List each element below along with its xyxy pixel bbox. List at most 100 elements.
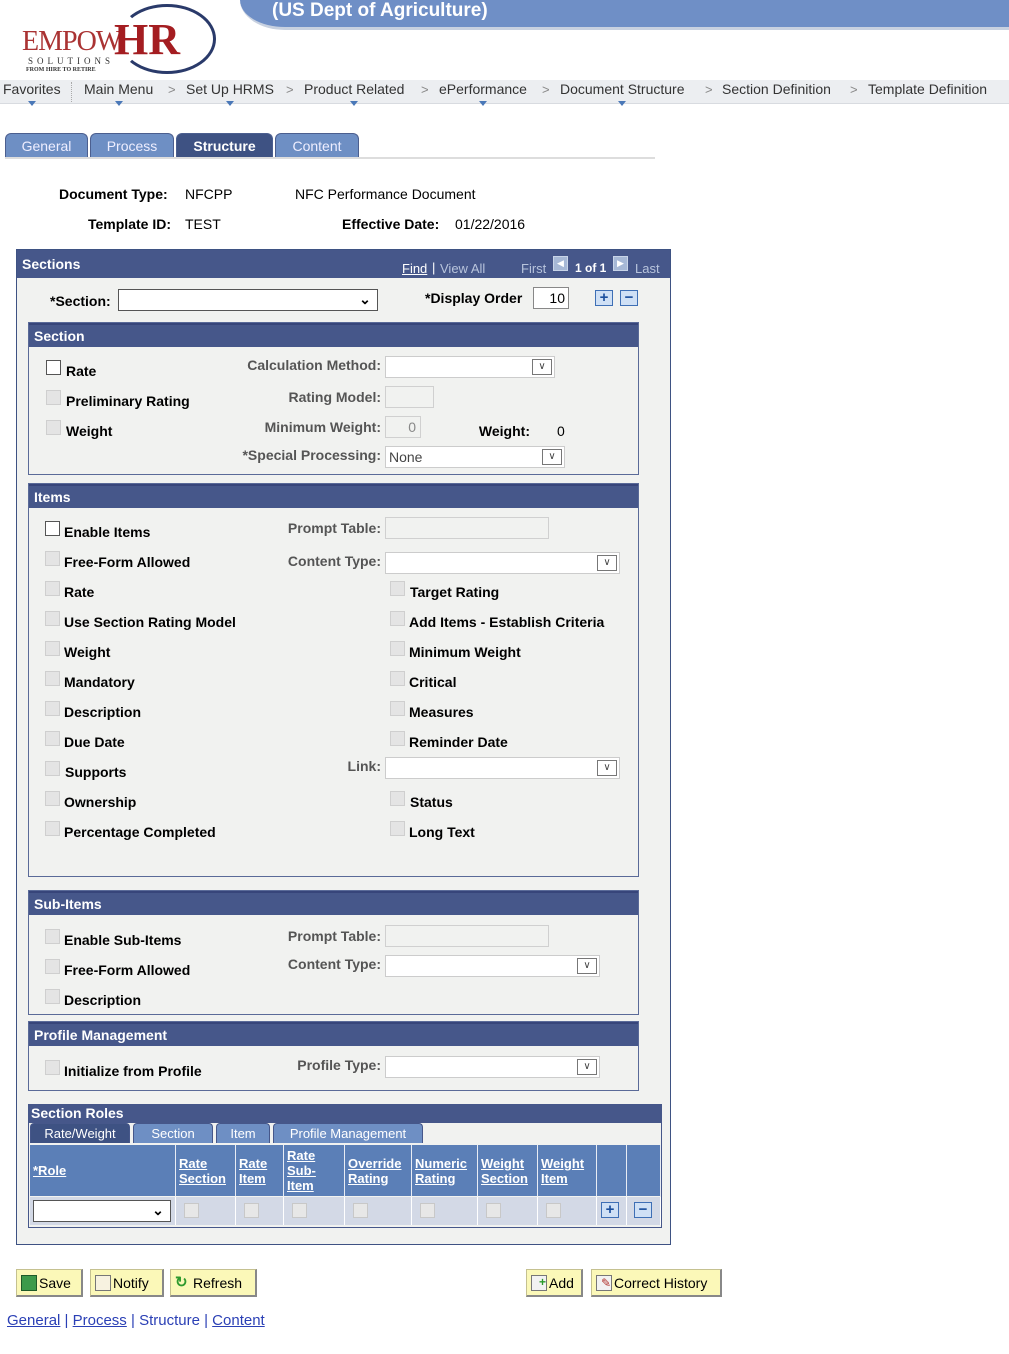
column-header-role[interactable]: *Role bbox=[30, 1145, 176, 1196]
link-select[interactable]: ∨ bbox=[385, 757, 620, 779]
supports-checkbox[interactable] bbox=[45, 761, 60, 776]
delete-section-button[interactable]: − bbox=[620, 290, 638, 306]
rate-section-checkbox[interactable] bbox=[184, 1203, 199, 1218]
save-button[interactable]: Save bbox=[16, 1269, 83, 1297]
roles-tab-profile-management[interactable]: Profile Management bbox=[273, 1123, 423, 1143]
due-date-checkbox[interactable] bbox=[45, 731, 60, 746]
tab-process[interactable]: Process bbox=[90, 133, 174, 158]
add-section-button[interactable]: + bbox=[595, 290, 613, 306]
numeric-rating-checkbox[interactable] bbox=[420, 1203, 435, 1218]
tab-structure[interactable]: Structure bbox=[176, 133, 273, 158]
tab-general[interactable]: General bbox=[5, 133, 88, 158]
enable-sub-items-checkbox[interactable] bbox=[45, 929, 60, 944]
logo-brand-left: EMPOW bbox=[22, 26, 122, 57]
next-arrow-icon[interactable]: ▶ bbox=[613, 256, 628, 271]
percentage-completed-checkbox[interactable] bbox=[45, 821, 60, 836]
roles-tab-item[interactable]: Item bbox=[216, 1123, 270, 1143]
measures-checkbox[interactable] bbox=[390, 701, 405, 716]
ownership-checkbox[interactable] bbox=[45, 791, 60, 806]
special-processing-select[interactable]: None ∨ bbox=[385, 446, 565, 468]
sub-free-form-allowed-checkbox[interactable] bbox=[45, 959, 60, 974]
sub-content-type-select[interactable]: ∨ bbox=[385, 955, 600, 977]
rate-checkbox[interactable] bbox=[46, 360, 61, 375]
free-form-allowed-label: Free-Form Allowed bbox=[64, 554, 191, 570]
override-rating-checkbox[interactable] bbox=[353, 1203, 368, 1218]
bottom-link-process[interactable]: Process bbox=[73, 1312, 127, 1329]
refresh-button[interactable]: ↻ Refresh bbox=[170, 1269, 257, 1297]
tab-content[interactable]: Content bbox=[275, 133, 359, 158]
role-select[interactable]: ⌄ bbox=[33, 1200, 171, 1222]
weight-checkbox[interactable] bbox=[46, 420, 61, 435]
items-content-type-select[interactable]: ∨ bbox=[385, 552, 620, 574]
sub-description-checkbox[interactable] bbox=[45, 989, 60, 1004]
nav-set-up-hrms[interactable]: Set Up HRMS bbox=[186, 81, 274, 106]
prev-arrow-icon[interactable]: ◀ bbox=[553, 256, 568, 271]
notify-button[interactable]: Notify bbox=[90, 1269, 164, 1297]
view-all-link[interactable]: View All bbox=[440, 261, 485, 276]
preliminary-rating-checkbox[interactable] bbox=[46, 390, 61, 405]
items-prompt-table-input[interactable] bbox=[385, 517, 549, 539]
description-checkbox[interactable] bbox=[45, 701, 60, 716]
chevron-down-icon: ∨ bbox=[532, 359, 552, 375]
initialize-from-profile-checkbox[interactable] bbox=[45, 1060, 60, 1075]
special-processing-label: *Special Processing: bbox=[242, 447, 381, 463]
first-link[interactable]: First bbox=[521, 261, 546, 276]
last-link[interactable]: Last bbox=[635, 261, 660, 276]
column-header-weight-section[interactable]: Weight Section bbox=[478, 1145, 538, 1196]
column-header-numeric-rating[interactable]: Numeric Rating bbox=[412, 1145, 478, 1196]
rating-model-input[interactable] bbox=[385, 386, 434, 408]
section-select[interactable]: ⌄ bbox=[118, 289, 378, 311]
minimum-weight-input[interactable]: 0 bbox=[385, 416, 421, 438]
display-order-input[interactable]: 10 bbox=[533, 287, 569, 309]
empowhr-logo: EMPOW HR SOLUTIONS FROM HIRE TO RETIRE bbox=[18, 0, 216, 78]
add-role-row-button[interactable]: + bbox=[601, 1202, 619, 1218]
nav-divider bbox=[71, 82, 72, 102]
bottom-link-content[interactable]: Content bbox=[212, 1312, 265, 1329]
enable-items-checkbox[interactable] bbox=[45, 521, 60, 536]
reminder-date-checkbox[interactable] bbox=[390, 731, 405, 746]
nav-document-structure[interactable]: Document Structure bbox=[560, 81, 685, 106]
sub-prompt-table-input[interactable] bbox=[385, 925, 549, 947]
column-header-rate-section[interactable]: Rate Section bbox=[176, 1145, 236, 1196]
delete-role-row-button[interactable]: − bbox=[634, 1202, 652, 1218]
free-form-allowed-checkbox[interactable] bbox=[45, 551, 60, 566]
bottom-link-general[interactable]: General bbox=[7, 1312, 60, 1329]
calculation-method-select[interactable]: ∨ bbox=[385, 356, 555, 378]
nav-eperformance[interactable]: ePerformance bbox=[439, 81, 527, 106]
add-button[interactable]: + Add bbox=[526, 1269, 583, 1297]
chevron-down-icon: ⌄ bbox=[148, 1203, 168, 1219]
nav-template-definition[interactable]: Template Definition bbox=[868, 81, 987, 97]
nav-product-related[interactable]: Product Related bbox=[304, 81, 404, 106]
chevron-right-icon: > bbox=[421, 82, 429, 97]
nav-main-menu[interactable]: Main Menu bbox=[84, 81, 153, 106]
column-header-rate-sub-item[interactable]: Rate Sub- Item bbox=[284, 1145, 345, 1196]
rate-sub-item-checkbox[interactable] bbox=[292, 1203, 307, 1218]
roles-tab-section[interactable]: Section bbox=[133, 1123, 213, 1143]
percentage-completed-label: Percentage Completed bbox=[64, 824, 216, 840]
find-link[interactable]: Find bbox=[402, 261, 427, 276]
target-rating-checkbox[interactable] bbox=[390, 581, 405, 596]
nav-section-definition[interactable]: Section Definition bbox=[722, 81, 831, 97]
status-checkbox[interactable] bbox=[390, 791, 405, 806]
chevron-down-icon: ∨ bbox=[542, 449, 562, 465]
column-header-weight-item[interactable]: Weight Item bbox=[538, 1145, 597, 1196]
minimum-weight-checkbox[interactable] bbox=[390, 641, 405, 656]
rate-item-checkbox[interactable] bbox=[244, 1203, 259, 1218]
item-weight-checkbox[interactable] bbox=[45, 641, 60, 656]
long-text-checkbox[interactable] bbox=[390, 821, 405, 836]
weight-section-checkbox[interactable] bbox=[486, 1203, 501, 1218]
nav-favorites[interactable]: Favorites bbox=[3, 81, 61, 106]
due-date-label: Due Date bbox=[64, 734, 125, 750]
critical-checkbox[interactable] bbox=[390, 671, 405, 686]
roles-tab-rate-weight[interactable]: Rate/Weight bbox=[30, 1123, 130, 1143]
add-items-establish-criteria-checkbox[interactable] bbox=[390, 611, 405, 626]
mandatory-checkbox[interactable] bbox=[45, 671, 60, 686]
item-rate-checkbox[interactable] bbox=[45, 581, 60, 596]
use-section-rating-model-checkbox[interactable] bbox=[45, 611, 60, 626]
weight-item-checkbox[interactable] bbox=[546, 1203, 561, 1218]
notify-icon bbox=[95, 1274, 111, 1291]
column-header-override-rating[interactable]: Override Rating bbox=[345, 1145, 412, 1196]
column-header-rate-item[interactable]: Rate Item bbox=[236, 1145, 284, 1196]
profile-type-select[interactable]: ∨ bbox=[385, 1056, 600, 1078]
correct-history-button[interactable]: ✎ Correct History bbox=[591, 1269, 722, 1297]
